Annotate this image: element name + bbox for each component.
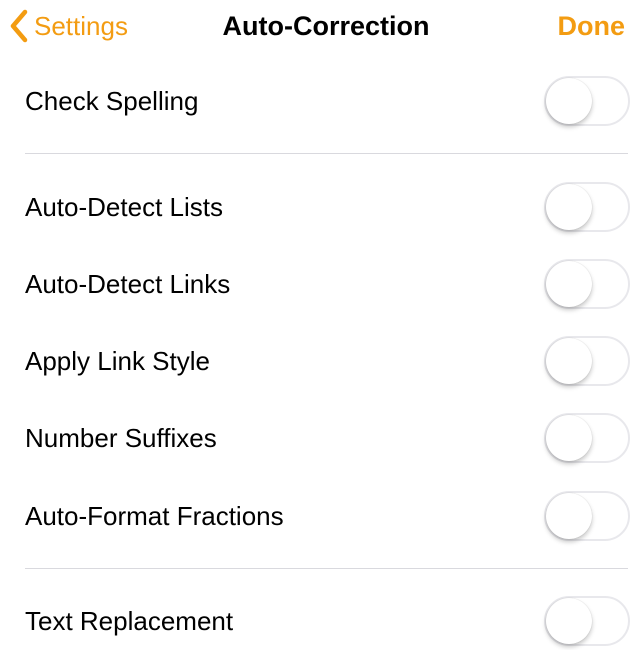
- auto-detect-links-toggle[interactable]: [544, 259, 630, 309]
- setting-row-auto-detect-links: Auto-Detect Links: [0, 255, 635, 313]
- toggle-knob: [546, 338, 592, 384]
- apply-link-style-toggle[interactable]: [544, 336, 630, 386]
- toggle-knob: [546, 598, 592, 644]
- text-replacement-toggle[interactable]: [544, 596, 630, 646]
- toggle-knob: [546, 493, 592, 539]
- toggle-knob: [546, 415, 592, 461]
- number-suffixes-toggle[interactable]: [544, 413, 630, 463]
- auto-detect-lists-toggle[interactable]: [544, 182, 630, 232]
- setting-label: Check Spelling: [25, 86, 199, 116]
- setting-row-number-suffixes: Number Suffixes: [0, 409, 635, 467]
- setting-label: Text Replacement: [25, 606, 234, 636]
- navigation-bar: Settings Auto-Correction Done: [0, 0, 635, 52]
- toggle-knob: [546, 184, 592, 230]
- section-separator: [25, 568, 628, 569]
- check-spelling-toggle[interactable]: [544, 76, 630, 126]
- setting-label: Auto-Detect Links: [25, 269, 231, 299]
- setting-row-auto-format-fractions: Auto-Format Fractions: [0, 487, 635, 545]
- page-title: Auto-Correction: [222, 11, 430, 41]
- auto-format-fractions-toggle[interactable]: [544, 491, 630, 541]
- setting-row-auto-detect-lists: Auto-Detect Lists: [0, 178, 635, 236]
- setting-row-check-spelling: Check Spelling: [0, 72, 635, 130]
- setting-row-text-replacement: Text Replacement: [0, 592, 635, 650]
- setting-label: Auto-Format Fractions: [25, 501, 284, 531]
- setting-row-apply-link-style: Apply Link Style: [0, 332, 635, 390]
- setting-label: Number Suffixes: [25, 423, 217, 453]
- setting-label: Auto-Detect Lists: [25, 192, 223, 222]
- toggle-knob: [546, 261, 592, 307]
- done-button[interactable]: Done: [558, 8, 626, 44]
- section-separator: [25, 153, 628, 154]
- setting-label: Apply Link Style: [25, 346, 210, 376]
- toggle-knob: [546, 78, 592, 124]
